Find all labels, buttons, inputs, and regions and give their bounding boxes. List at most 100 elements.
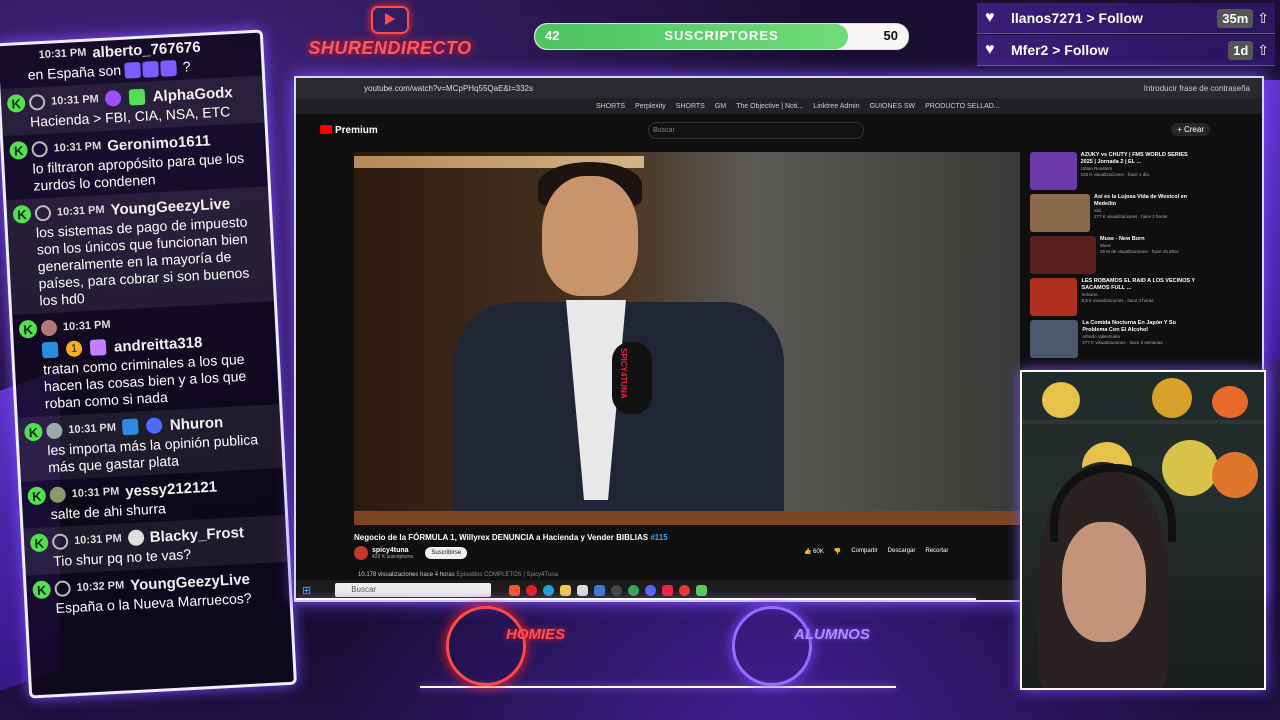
dislike-button[interactable]: 👎 [834,548,841,555]
related-meta: 8,5 K visualizaciones · hace 3 horas [1081,298,1154,303]
search-input[interactable]: Buscar [648,122,864,139]
video-thumbnail[interactable] [1030,194,1091,232]
like-button[interactable]: 👍 60K [804,548,824,555]
follow-alert: ♥ llanos7271 > Follow 35m ⇧ [977,3,1275,34]
brand-name: SHURENDIRECTO [308,38,472,58]
video-actions: 👍 60K 👎 Compartir Descargar Recortar [804,548,948,555]
edge-icon[interactable] [543,584,555,596]
folder-icon[interactable] [560,584,572,596]
related-video[interactable]: La Comida Nocturna En Japón Y Su Problem… [1030,320,1200,362]
video-thumbnail[interactable] [1030,278,1078,316]
kick-badge-icon: K [9,141,29,161]
avatar [28,94,46,112]
chat-time: 10:31 PM [62,319,111,334]
password-button[interactable]: Introducir frase de contraseña [1144,84,1250,93]
mic-logo: SPICY4TUNA [619,348,628,399]
related-title[interactable]: La Comida Nocturna En Japón Y Su Problem… [1082,320,1200,334]
recent-follows: ♥ llanos7271 > Follow 35m ⇧ ♥ Mfer2 > Fo… [977,0,1280,66]
store-icon[interactable] [577,584,589,596]
kick-badge-icon: K [6,94,26,114]
chat-username: Nhuron [169,413,224,434]
related-title[interactable]: AZUKY vs CHUTY | FMS WORLD SERIES 2025 |… [1081,152,1200,166]
related-meta: 277 K visualizaciones · hace 2 horas [1094,214,1168,219]
bookmark[interactable]: SHORTS [676,103,705,110]
taskbar-apps [509,584,708,596]
playlist-link[interactable]: Episodios COMPLETOS | Spicy4Tuna [456,572,558,578]
heart-icon: ♥ [985,9,995,26]
related-video[interactable]: LES ROBAMOS EL RAID A LOS VECINOS Y SACA… [1030,278,1200,320]
related-video[interactable]: Así es la Lujosa Vida de Westcol en Mede… [1030,194,1200,236]
video-hashtag[interactable]: #115 [650,533,667,542]
opera-icon[interactable] [526,584,538,596]
app-icon[interactable] [696,584,708,596]
chat-time: 10:31 PM [73,532,123,548]
bookmark[interactable]: GM [715,103,726,110]
windows-start-icon[interactable]: ⊞ [302,584,311,597]
decor-line [296,598,976,600]
chat-username: andreitta318 [113,333,203,356]
webcam-feed [1020,370,1266,690]
homies-logo [446,606,526,686]
video-table [354,511,1020,525]
related-title[interactable]: LES ROBAMOS EL RAID A LOS VECINOS Y SACA… [1081,278,1200,292]
related-title[interactable]: Muse - New Born [1100,236,1179,243]
follower-name: llanos7271 > Follow [1011,10,1143,26]
download-button[interactable]: Descargar [888,548,916,555]
video-title-text: Negocio de la FÓRMULA 1, Willyrex DENUNC… [354,533,649,542]
clip-button[interactable]: Recortar [925,548,948,555]
chrome-icon[interactable] [628,584,640,596]
subscriber-goal-label: SUSCRIPTORES [664,28,779,43]
microphone [612,342,652,414]
subscribe-button[interactable]: Suscribirse [425,547,468,559]
youtube-brand-text: Premium [335,124,378,136]
bookmark[interactable]: GUIONES SW [870,103,916,110]
app-icon[interactable] [662,584,674,596]
related-meta: 39 M de visualizaciones · hace 15 años [1100,249,1179,254]
emote-icon [160,60,178,78]
youtube-logo[interactable]: Premium [320,125,378,136]
kick-badge-icon: K [23,422,43,442]
chat-username: alberto_767676 [91,38,202,61]
follow-time: 1d [1228,40,1254,60]
share-button[interactable]: Compartir [851,548,877,555]
verified-badge-icon [145,417,163,435]
avatar [31,141,49,158]
related-video[interactable]: Muse - New Born Muse 39 M de visualizaci… [1030,236,1200,278]
discord-icon[interactable] [645,584,657,596]
channel-name[interactable]: spicy4tuna [372,547,413,554]
avatar [51,533,69,551]
channel-brand: SHURENDIRECTO [300,6,480,62]
related-title[interactable]: Así es la Lujosa Vida de Westcol en Mede… [1094,194,1200,208]
bookmark[interactable]: Perplexity [635,103,666,110]
pokeball-icon[interactable] [679,584,691,596]
bookmark[interactable]: The Objective | Noti... [736,103,803,110]
url-bar[interactable]: youtube.com/watch?v=MCpPHq55QaE&t=332s [364,84,964,93]
alumnos-label: ALUMNOS [794,626,870,643]
subscriber-goal-current: 42 [545,28,560,43]
create-button[interactable]: + Crear [1171,123,1210,136]
youtube-header: Premium Buscar + Crear [296,116,1262,144]
channel-avatar[interactable] [354,546,368,560]
video-views: 10.178 visualizaciones hace 4 horas Epis… [358,572,558,578]
chat-time: 10:32 PM [76,579,125,595]
taskbar-search[interactable]: Buscar [335,583,492,597]
video-thumbnail[interactable] [1030,320,1079,358]
chat-username: yessy212121 [124,478,218,501]
video-thumbnail[interactable] [1030,152,1077,190]
app-icon[interactable] [594,584,606,596]
chat-time: 10:31 PM [71,485,120,501]
related-meta: 103 K visualizaciones · hace 1 día [1080,172,1149,177]
obs-icon[interactable] [611,584,623,596]
related-video[interactable]: AZUKY vs CHUTY | FMS WORLD SERIES 2025 |… [1030,152,1200,194]
video-thumbnail[interactable] [1030,236,1096,274]
video-title: Negocio de la FÓRMULA 1, Willyrex DENUNC… [354,533,668,542]
chat-time: 10:31 PM [38,46,87,62]
plush-toy [1212,386,1248,418]
video-player[interactable]: SPICY4TUNA [354,152,1020,525]
bookmark[interactable]: SHORTS [596,103,625,110]
brave-icon[interactable] [509,584,521,596]
bookmark[interactable]: PRODUCTO SELLAD... [925,103,1000,110]
bookmark[interactable]: Linktree Admin [813,103,859,110]
kick-badge-icon: K [32,580,52,600]
share-icon: ⇧ [1257,41,1269,58]
